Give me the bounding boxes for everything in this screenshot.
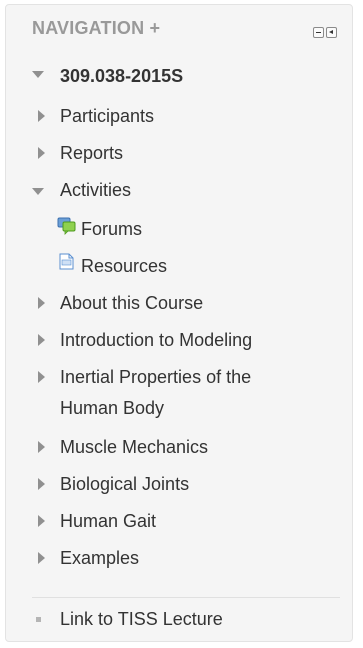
section-examples[interactable]: Examples bbox=[60, 547, 139, 569]
section-intro-modeling[interactable]: Introduction to Modeling bbox=[60, 329, 252, 351]
navigation-block: NAVIGATION + 309.038-2015S Participants … bbox=[5, 4, 353, 642]
section-inertial-properties-line2[interactable]: Human Body bbox=[60, 397, 164, 419]
collapsed-arrow-icon[interactable] bbox=[38, 478, 45, 490]
section-inertial-properties[interactable]: Inertial Properties of the bbox=[60, 366, 251, 388]
collapsed-arrow-icon[interactable] bbox=[38, 441, 45, 453]
expanded-arrow-icon[interactable] bbox=[32, 71, 44, 78]
expanded-arrow-icon[interactable] bbox=[32, 188, 44, 195]
course-link[interactable]: 309.038-2015S bbox=[60, 65, 183, 87]
collapse-icon[interactable] bbox=[326, 27, 337, 38]
block-title[interactable]: NAVIGATION + bbox=[32, 18, 160, 39]
activities-item[interactable]: Activities bbox=[60, 179, 131, 201]
forum-icon bbox=[57, 217, 76, 235]
tiss-lecture-link[interactable]: Link to TISS Lecture bbox=[60, 608, 223, 630]
collapsed-arrow-icon[interactable] bbox=[38, 110, 45, 122]
section-muscle-mechanics[interactable]: Muscle Mechanics bbox=[60, 436, 208, 458]
section-human-gait[interactable]: Human Gait bbox=[60, 510, 156, 532]
collapsed-arrow-icon[interactable] bbox=[38, 552, 45, 564]
collapsed-arrow-icon[interactable] bbox=[38, 147, 45, 159]
bullet-icon bbox=[36, 617, 41, 622]
collapsed-arrow-icon[interactable] bbox=[38, 371, 45, 383]
dock-icon[interactable] bbox=[313, 27, 324, 38]
participants-link[interactable]: Participants bbox=[60, 105, 154, 127]
section-biological-joints[interactable]: Biological Joints bbox=[60, 473, 189, 495]
reports-item[interactable]: Reports bbox=[60, 142, 123, 164]
collapsed-arrow-icon[interactable] bbox=[38, 297, 45, 309]
collapsed-arrow-icon[interactable] bbox=[38, 334, 45, 346]
forums-link[interactable]: Forums bbox=[81, 218, 142, 240]
divider bbox=[32, 597, 340, 598]
block-controls bbox=[313, 27, 337, 38]
collapsed-arrow-icon[interactable] bbox=[38, 515, 45, 527]
section-about-course[interactable]: About this Course bbox=[60, 292, 203, 314]
block-header: NAVIGATION + bbox=[6, 5, 352, 55]
resource-icon bbox=[59, 253, 74, 270]
resources-link[interactable]: Resources bbox=[81, 255, 167, 277]
